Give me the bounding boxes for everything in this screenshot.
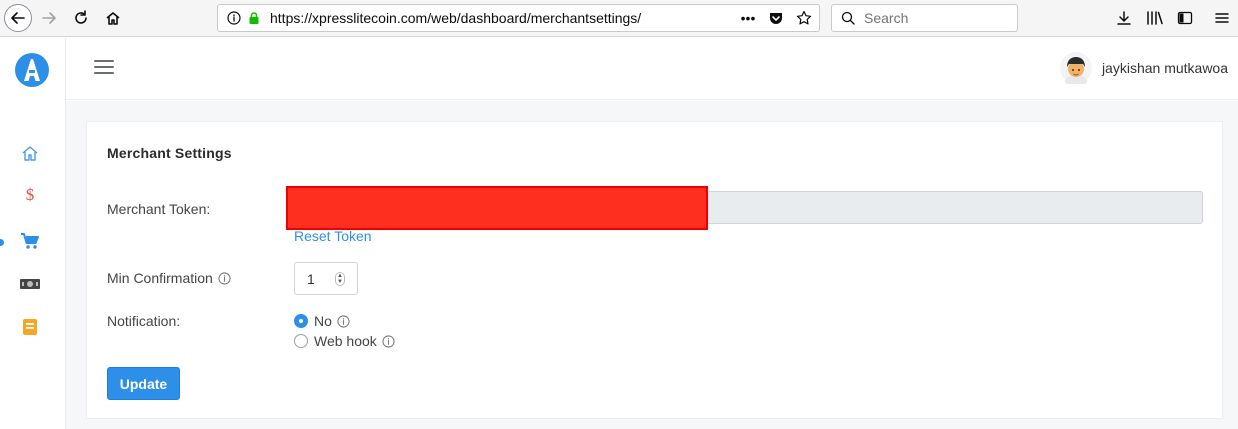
radio-no-label: No	[314, 313, 332, 329]
cart-icon	[21, 233, 39, 249]
notification-option-webhook[interactable]: Web hook	[294, 333, 395, 349]
bookmark-star-icon[interactable]	[795, 9, 813, 27]
url-domain: xpresslitecoin.com	[312, 10, 428, 26]
page-title: Merchant Settings	[107, 145, 232, 161]
url-path: /web/dashboard/merchantsettings/	[427, 10, 642, 26]
min-confirmation-value[interactable]: 1	[307, 271, 315, 287]
arrow-right-icon	[42, 12, 56, 24]
download-icon	[1117, 11, 1131, 25]
sidebar-item-cash[interactable]	[16, 270, 44, 298]
pocket-icon[interactable]	[767, 9, 785, 27]
active-indicator	[0, 239, 4, 246]
menu-button[interactable]	[1211, 7, 1233, 29]
reload-icon	[75, 10, 87, 24]
info-icon[interactable]	[218, 271, 231, 285]
browser-toolbar: https://xpresslitecoin.com/web/dashboard…	[0, 0, 1238, 37]
home-icon	[106, 12, 120, 25]
book-icon	[23, 319, 37, 335]
library-icon	[1147, 11, 1163, 25]
radio-webhook[interactable]	[294, 334, 308, 348]
app-sidebar: $	[0, 38, 66, 429]
radio-webhook-label: Web hook	[314, 333, 377, 349]
url-text[interactable]: https://xpresslitecoin.com/web/dashboard…	[270, 10, 641, 26]
info-icon[interactable]	[226, 10, 242, 26]
min-confirmation-label-row: Min Confirmation	[107, 270, 231, 286]
notification-option-no[interactable]: No	[294, 313, 350, 329]
home-icon	[22, 146, 38, 161]
user-name: jaykishan mutkawoa	[1101, 60, 1228, 76]
stepper-arrows-icon[interactable]: ▲ ▼	[335, 272, 345, 286]
menu-toggle-icon[interactable]	[94, 60, 114, 76]
arrow-left-icon	[11, 12, 25, 24]
lock-icon[interactable]	[246, 10, 262, 26]
url-bar[interactable]: https://xpresslitecoin.com/web/dashboard…	[217, 4, 820, 32]
sidebar-item-book[interactable]	[16, 313, 44, 341]
page-actions-button[interactable]: •••	[739, 9, 757, 27]
app-logo[interactable]	[14, 52, 50, 88]
home-button[interactable]	[100, 5, 126, 31]
radio-no[interactable]	[294, 314, 308, 328]
back-button[interactable]	[4, 4, 32, 32]
search-icon	[840, 10, 856, 26]
sidebar-item-cart[interactable]	[16, 227, 44, 255]
avatar	[1059, 52, 1092, 84]
min-confirmation-stepper[interactable]: 1 ▲ ▼	[294, 262, 358, 295]
update-button[interactable]: Update	[107, 367, 180, 400]
library-button[interactable]	[1144, 7, 1166, 29]
search-input[interactable]	[864, 10, 1014, 26]
forward-button[interactable]	[36, 5, 62, 31]
min-confirmation-label: Min Confirmation	[107, 270, 213, 286]
search-bar[interactable]	[831, 4, 1018, 32]
redaction-box	[286, 186, 708, 230]
reload-button[interactable]	[68, 5, 94, 31]
merchant-settings-card: Merchant Settings Merchant Token: Reset …	[86, 121, 1223, 419]
sidebar-item-home[interactable]	[16, 139, 44, 167]
dollar-icon: $	[25, 185, 35, 204]
sidebar-item-dollar[interactable]: $	[16, 181, 44, 209]
hamburger-menu-icon	[1215, 13, 1229, 23]
user-menu[interactable]: jaykishan mutkawoa	[1059, 52, 1228, 84]
reset-token-link[interactable]: Reset Token	[294, 228, 372, 244]
sidebar-icon	[1177, 11, 1193, 25]
app-header: jaykishan mutkawoa	[66, 38, 1238, 100]
info-icon[interactable]	[337, 314, 350, 328]
sidebar-toggle-button[interactable]	[1174, 7, 1196, 29]
info-icon[interactable]	[382, 334, 395, 348]
cash-icon	[20, 279, 40, 289]
url-scheme: https://	[270, 10, 313, 26]
merchant-token-label: Merchant Token:	[107, 201, 211, 217]
notification-label: Notification:	[107, 313, 181, 329]
downloads-button[interactable]	[1113, 7, 1135, 29]
